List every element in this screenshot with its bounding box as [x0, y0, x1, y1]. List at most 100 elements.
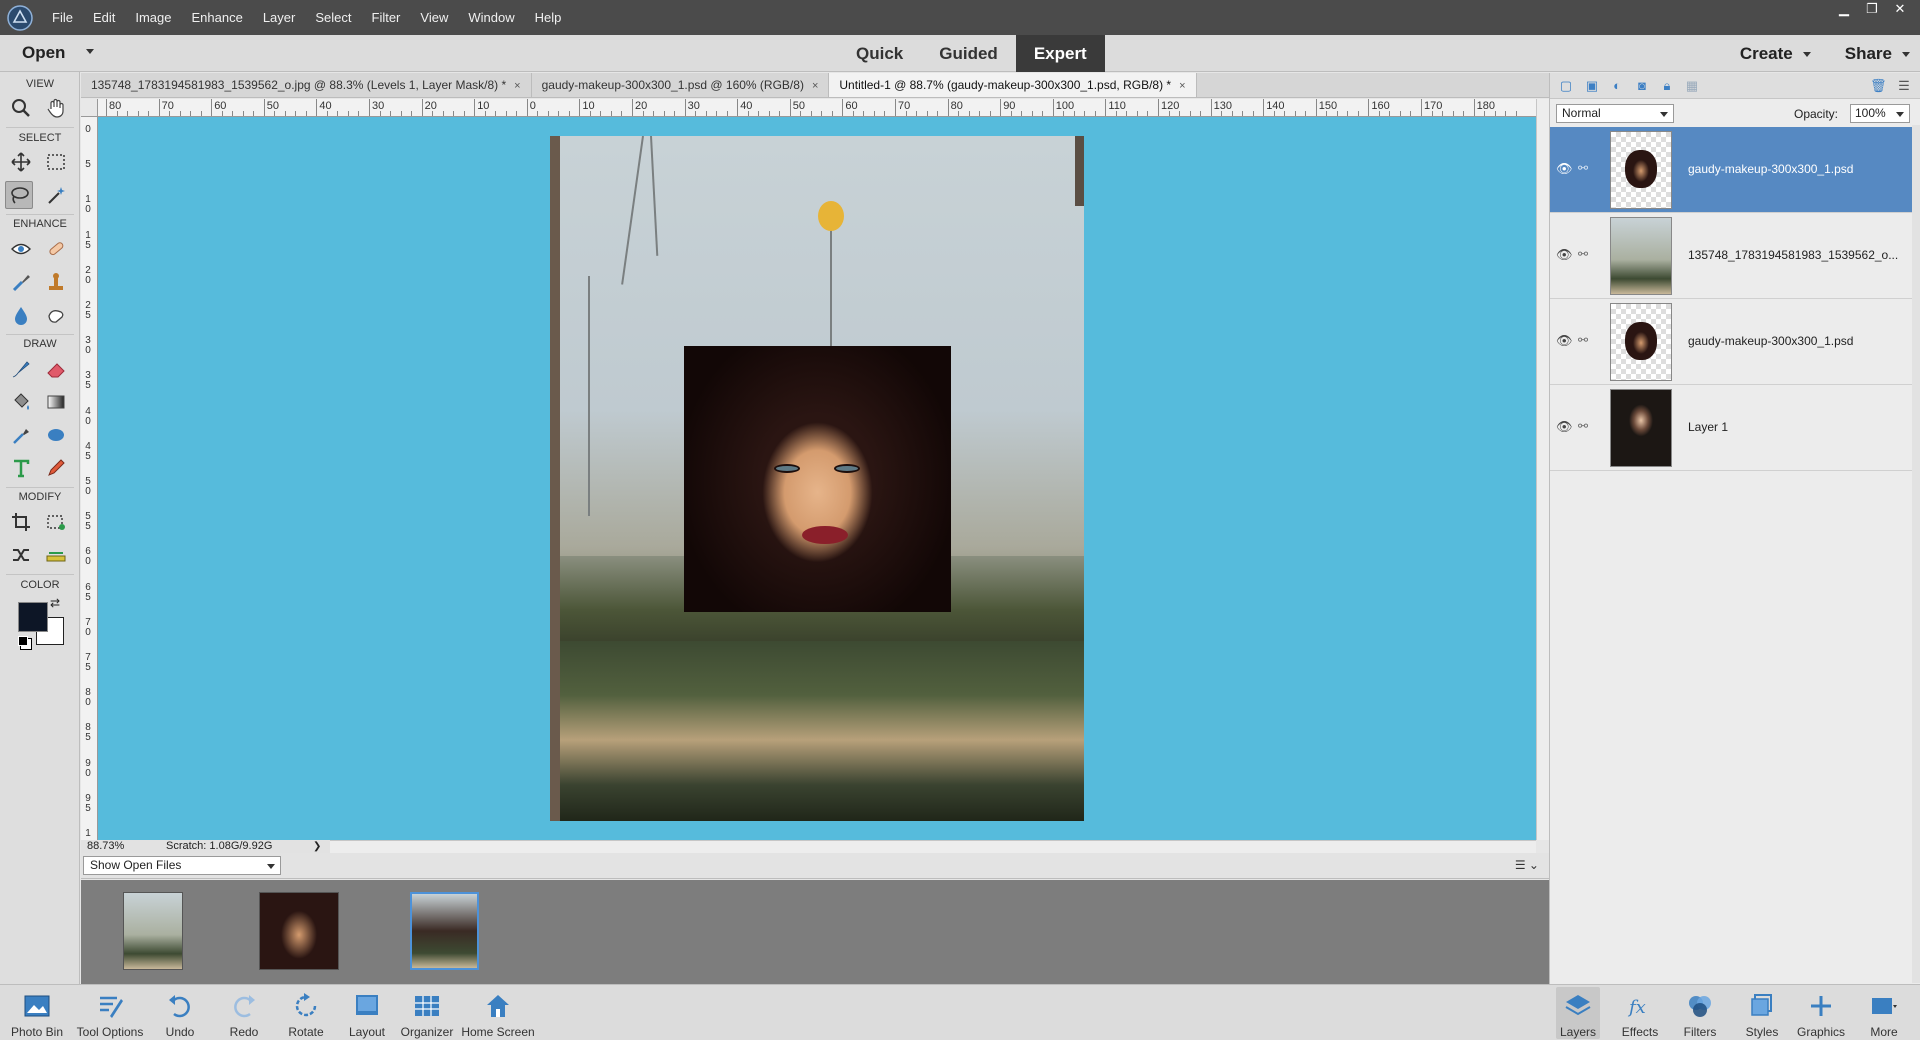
styles-button[interactable]: Styles — [1740, 991, 1784, 1039]
menu-window[interactable]: Window — [468, 10, 514, 25]
organizer-button[interactable]: Organizer — [398, 991, 456, 1039]
crop-tool-icon[interactable] — [7, 508, 35, 536]
lock-icon[interactable]: 🔒︎ — [1659, 78, 1675, 94]
layout-button[interactable]: Layout — [345, 991, 389, 1039]
menu-select[interactable]: Select — [315, 10, 351, 25]
zoom-level[interactable]: 88.73% — [87, 840, 124, 853]
open-button[interactable]: Open — [22, 43, 65, 63]
layer-row[interactable]: 👁︎ ⚯ Layer 1 — [1550, 385, 1913, 471]
portrait-layer[interactable] — [684, 346, 951, 612]
layer-row[interactable]: 👁︎ ⚯ 135748_1783194581983_1539562_o... — [1550, 213, 1913, 299]
undo-button[interactable]: Undo — [160, 991, 200, 1039]
gradient-tool-icon[interactable] — [42, 388, 70, 416]
link-icon[interactable]: ⚯ — [1578, 247, 1588, 261]
visibility-eye-icon[interactable]: 👁︎ — [1556, 333, 1573, 349]
effects-button[interactable]: fx Effects — [1618, 991, 1662, 1039]
mode-guided[interactable]: Guided — [921, 35, 1016, 72]
lasso-tool-icon[interactable] — [5, 181, 33, 209]
content-aware-move-icon[interactable] — [7, 541, 35, 569]
create-menu[interactable]: Create — [1740, 44, 1811, 64]
delete-layer-icon[interactable]: 🗑︎ — [1870, 78, 1887, 94]
menu-image[interactable]: Image — [135, 10, 171, 25]
sponge-tool-icon[interactable] — [42, 301, 70, 329]
tab-document-1[interactable]: 135748_1783194581983_1539562_o.jpg @ 88.… — [81, 73, 532, 97]
recompose-tool-icon[interactable] — [42, 508, 70, 536]
menu-file[interactable]: File — [52, 10, 73, 25]
menu-help[interactable]: Help — [535, 10, 562, 25]
zoom-tool-icon[interactable] — [7, 94, 35, 122]
opacity-input[interactable]: 100% — [1850, 104, 1910, 123]
menu-layer[interactable]: Layer — [263, 10, 296, 25]
photo-bin-select[interactable]: Show Open Files — [83, 856, 281, 875]
bin-thumbnail-portrait[interactable] — [259, 892, 339, 970]
minimize-icon[interactable]: ▁ — [1830, 0, 1858, 18]
lock-transparency-icon[interactable]: ▦ — [1684, 78, 1700, 94]
foreground-color-swatch[interactable] — [18, 602, 48, 632]
hand-tool-icon[interactable] — [42, 94, 70, 122]
link-icon[interactable]: ⚯ — [1578, 161, 1588, 175]
layers-button[interactable]: Layers — [1556, 987, 1600, 1039]
layer-mask-icon[interactable]: ◙ — [1634, 78, 1650, 94]
tab-document-2[interactable]: gaudy-makeup-300x300_1.psd @ 160% (RGB/8… — [532, 73, 830, 97]
red-eye-tool-icon[interactable] — [7, 235, 35, 263]
smart-brush-icon[interactable] — [7, 268, 35, 296]
menu-filter[interactable]: Filter — [372, 10, 401, 25]
rotate-button[interactable]: Rotate — [284, 991, 328, 1039]
type-tool-icon[interactable] — [7, 454, 35, 482]
menu-view[interactable]: View — [420, 10, 448, 25]
marquee-tool-icon[interactable] — [42, 148, 70, 176]
new-group-icon[interactable]: ▣ — [1584, 78, 1600, 94]
eyedropper-icon[interactable] — [7, 421, 35, 449]
eraser-tool-icon[interactable] — [42, 355, 70, 383]
vertical-scrollbar[interactable] — [1536, 99, 1549, 840]
photo-bin-button[interactable]: Photo Bin — [8, 991, 66, 1039]
graphics-button[interactable]: Graphics — [1796, 991, 1846, 1039]
bin-menu-icon[interactable]: ☰ ⌄ — [1515, 858, 1539, 872]
blur-tool-icon[interactable] — [7, 301, 35, 329]
new-layer-icon[interactable]: ▢ — [1558, 78, 1574, 94]
ellipse-shape-icon[interactable] — [42, 421, 70, 449]
status-arrow-icon[interactable]: ❯ — [313, 840, 321, 853]
layers-scrollbar[interactable] — [1912, 125, 1920, 983]
bin-thumbnail-untitled[interactable] — [410, 892, 479, 970]
mode-expert[interactable]: Expert — [1015, 35, 1105, 72]
redo-button[interactable]: Redo — [224, 991, 264, 1039]
close-tab-icon[interactable]: × — [1179, 80, 1185, 92]
link-icon[interactable]: ⚯ — [1578, 333, 1588, 347]
paint-bucket-icon[interactable] — [7, 388, 35, 416]
blend-mode-select[interactable]: Normal — [1556, 104, 1674, 123]
visibility-eye-icon[interactable]: 👁︎ — [1556, 161, 1573, 177]
close-tab-icon[interactable]: × — [514, 80, 520, 92]
menu-enhance[interactable]: Enhance — [192, 10, 243, 25]
straighten-tool-icon[interactable] — [42, 541, 70, 569]
close-tab-icon[interactable]: × — [812, 80, 818, 92]
healing-brush-icon[interactable] — [42, 235, 70, 263]
brush-tool-icon[interactable] — [7, 355, 35, 383]
default-colors-icon[interactable] — [18, 636, 28, 646]
open-dropdown-icon[interactable] — [86, 49, 94, 54]
bin-thumbnail-military[interactable] — [123, 892, 183, 970]
swap-colors-icon[interactable]: ⇄ — [50, 596, 60, 610]
adjustment-layer-icon[interactable]: ◐ — [1609, 78, 1625, 94]
restore-icon[interactable]: ❐ — [1858, 0, 1886, 18]
more-button[interactable]: More — [1862, 991, 1906, 1039]
document-image[interactable] — [550, 136, 1084, 821]
home-screen-button[interactable]: Home Screen — [460, 991, 536, 1039]
magic-wand-icon[interactable] — [42, 181, 70, 209]
layer-row[interactable]: 👁︎ ⚯ gaudy-makeup-300x300_1.psd — [1550, 127, 1913, 213]
link-icon[interactable]: ⚯ — [1578, 419, 1588, 433]
filters-button[interactable]: Filters — [1678, 991, 1722, 1039]
move-tool-icon[interactable] — [7, 148, 35, 176]
mode-quick[interactable]: Quick — [838, 35, 921, 72]
pencil-tool-icon[interactable] — [42, 454, 70, 482]
menu-edit[interactable]: Edit — [93, 10, 115, 25]
horizontal-scrollbar[interactable] — [330, 840, 1536, 853]
tool-options-button[interactable]: Tool Options — [74, 991, 146, 1039]
visibility-eye-icon[interactable]: 👁︎ — [1556, 419, 1573, 435]
clone-stamp-icon[interactable] — [42, 268, 70, 296]
app-logo-icon[interactable] — [6, 4, 34, 32]
visibility-eye-icon[interactable]: 👁︎ — [1556, 247, 1573, 263]
tab-document-3[interactable]: Untitled-1 @ 88.7% (gaudy-makeup-300x300… — [829, 73, 1197, 97]
layer-row[interactable]: 👁︎ ⚯ gaudy-makeup-300x300_1.psd — [1550, 299, 1913, 385]
share-menu[interactable]: Share — [1845, 44, 1910, 64]
